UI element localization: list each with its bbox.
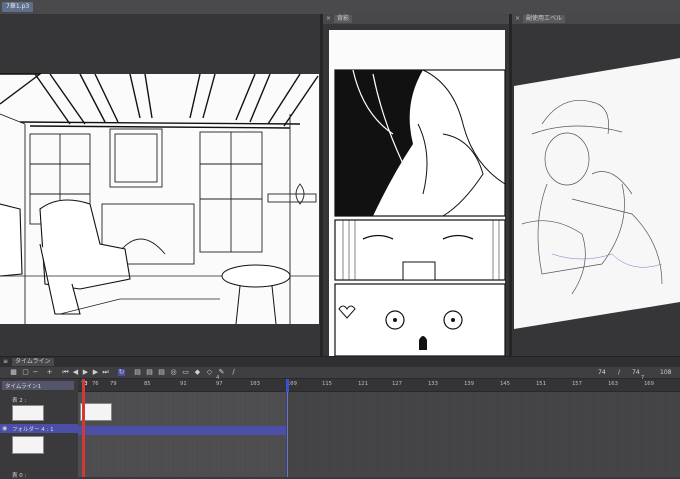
ruler-tick-label: 121 [358, 381, 368, 387]
ruler-tick-label: 145 [500, 381, 510, 387]
layer-row-label[interactable]: フォルダー 4 : 1 [12, 425, 54, 433]
ruler-section-marker: 4 [216, 375, 220, 381]
playhead[interactable] [82, 379, 85, 477]
folder-icon[interactable]: ▭ [182, 369, 189, 376]
document-tab-bar: 7章1.p3 [0, 0, 680, 15]
cel-icon[interactable]: ▤ [158, 369, 165, 376]
cel-icon[interactable]: ▤ [146, 369, 153, 376]
ruler-tick-label: 97 [216, 381, 223, 387]
first-frame-icon[interactable]: ⏮ [62, 369, 69, 376]
ruler-tick-label: 91 [180, 381, 187, 387]
ruler-tick-label: 115 [322, 381, 332, 387]
timeline-panel-label[interactable]: タイムライン [12, 358, 54, 366]
ruler-tick-label: 157 [572, 381, 582, 387]
ruler-tick-label: 163 [608, 381, 618, 387]
frame-separator: / [618, 369, 621, 376]
center-panel-tabbar: × 背影 [323, 14, 511, 24]
light-table-icon[interactable]: ◇ [206, 369, 213, 376]
right-panel-tab[interactable]: 副使用エベル [523, 15, 566, 23]
ruler-tick-label: 133 [428, 381, 438, 387]
loop-icon[interactable]: ↻ [118, 369, 125, 376]
current-frame-value: 74 [598, 369, 606, 376]
track-name-row[interactable]: タイムライン1 [2, 381, 74, 390]
ruler-tick-label: 151 [536, 381, 546, 387]
right-panel-tabbar: × 副使用エベル [512, 14, 680, 24]
track-name: タイムライン1 [5, 384, 42, 390]
menu-icon[interactable]: ≡ [3, 358, 8, 365]
frame-ruler[interactable]: 73 76 79 85 91 97 4 103 109 115 121 127 … [78, 375, 680, 392]
keyframe-icon[interactable]: ◆ [194, 369, 201, 376]
right-canvas-pane[interactable]: × 副使用エベル [512, 14, 680, 356]
timeline-toolbar: ▦ ▢ − + ⏮ ◀ ▶ ▶ ⏭ ↻ ▤ ▤ ▤ ◎ ▭ ◆ ◇ ✎ ∕ 74… [0, 367, 680, 379]
play-icon[interactable]: ▶ [82, 369, 89, 376]
total-frames-value: 74 [632, 369, 640, 376]
zoom-out-icon[interactable]: − [32, 369, 39, 376]
timeline-header: ≡ タイムライン [0, 357, 680, 367]
onion-skin-icon[interactable]: ◎ [170, 369, 177, 376]
layer-row-label[interactable]: 表 0 : [12, 471, 26, 479]
cel-row [78, 426, 286, 435]
next-frame-icon[interactable]: ▶ [92, 369, 99, 376]
room-sketch-illustration [0, 73, 319, 325]
layer-thumbnail [12, 436, 44, 454]
zoom-in-icon[interactable]: + [46, 369, 53, 376]
ruler-tick-label: 103 [250, 381, 260, 387]
layer-row-label[interactable]: 表 2 : [12, 396, 26, 404]
eye-icon[interactable]: ◉ [2, 425, 7, 432]
close-icon[interactable]: × [326, 15, 331, 22]
ruler-tick-label: 85 [144, 381, 151, 387]
layer-thumbnail [12, 405, 44, 421]
ruler-tick-label: 79 [110, 381, 117, 387]
ruler-tick-label: 76 [92, 381, 99, 387]
grid-icon[interactable]: ▦ [10, 369, 17, 376]
character-sketch-illustration [514, 58, 680, 329]
document-tab[interactable]: 7章1.p3 [2, 2, 34, 12]
manga-page-illustration [329, 30, 506, 356]
ruler-tick-label: 169 [644, 381, 654, 387]
end-marker[interactable] [286, 379, 289, 392]
end-frame-value: 108 [660, 369, 672, 376]
close-icon[interactable]: × [515, 15, 520, 22]
ruler-tick-label: 127 [392, 381, 402, 387]
timeline-panel: ≡ タイムライン ▦ ▢ − + ⏮ ◀ ▶ ▶ ⏭ ↻ ▤ ▤ ▤ ◎ ▭ ◆… [0, 356, 680, 479]
timeline-track-area[interactable] [78, 379, 680, 477]
add-cel-icon[interactable]: ▤ [134, 369, 141, 376]
left-canvas-pane[interactable] [0, 14, 322, 356]
center-panel-tab[interactable]: 背影 [334, 15, 353, 23]
center-canvas-pane[interactable]: × 背影 [323, 14, 511, 356]
prev-frame-icon[interactable]: ◀ [72, 369, 79, 376]
fit-icon[interactable]: ▢ [22, 369, 29, 376]
last-frame-icon[interactable]: ⏭ [102, 369, 109, 376]
end-marker-line [287, 392, 288, 477]
track-list: タイムライン1 表 2 : ◉ フォルダー 4 : 1 表 0 : [0, 379, 79, 479]
brush-icon[interactable]: ∕ [230, 369, 237, 376]
ruler-tick-label: 139 [464, 381, 474, 387]
